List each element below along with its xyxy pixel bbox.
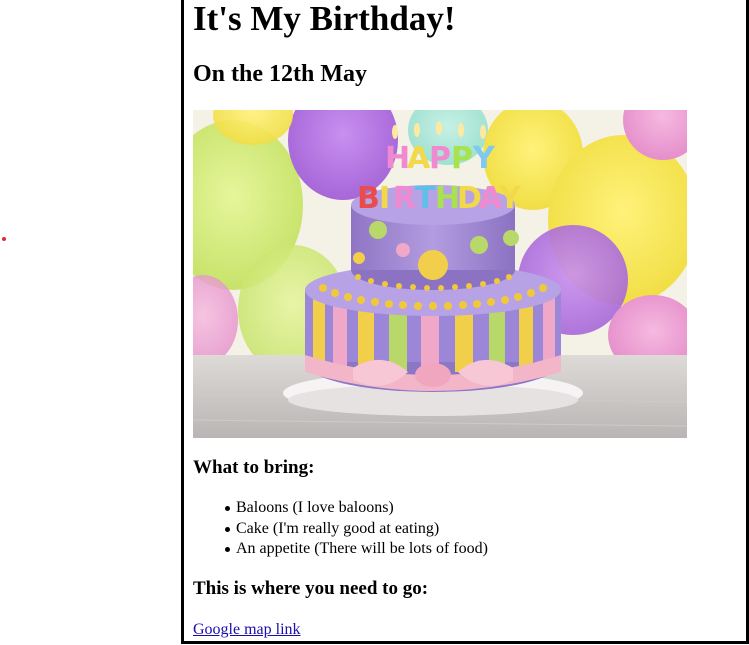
svg-text:T: T — [415, 181, 436, 216]
svg-text:B: B — [357, 181, 380, 216]
page-container: It's My Birthday! On the 12th May H A P … — [181, 0, 749, 644]
svg-text:Y: Y — [472, 141, 496, 176]
directions-heading: This is where you need to go: — [193, 578, 429, 599]
svg-text:A: A — [407, 141, 431, 176]
stray-dot — [2, 237, 6, 241]
google-map-link[interactable]: Google map link — [193, 620, 301, 640]
page-title: It's My Birthday! — [193, 0, 456, 38]
list-item: An appetite (There will be lots of food) — [225, 539, 488, 560]
what-to-bring-list: Baloons (I love baloons) Cake (I'm reall… — [193, 498, 488, 560]
list-item: Cake (I'm really good at eating) — [225, 519, 488, 540]
svg-text:P: P — [451, 141, 473, 176]
birthday-cake-image: H A P P Y B I R T H D A Y — [193, 110, 687, 438]
page-subtitle: On the 12th May — [193, 61, 367, 87]
list-item: Baloons (I love baloons) — [225, 498, 488, 519]
svg-text:Y: Y — [498, 181, 522, 216]
what-to-bring-heading: What to bring: — [193, 457, 315, 478]
svg-text:R: R — [393, 181, 416, 216]
svg-text:I: I — [379, 181, 390, 216]
svg-text:P: P — [429, 141, 451, 176]
